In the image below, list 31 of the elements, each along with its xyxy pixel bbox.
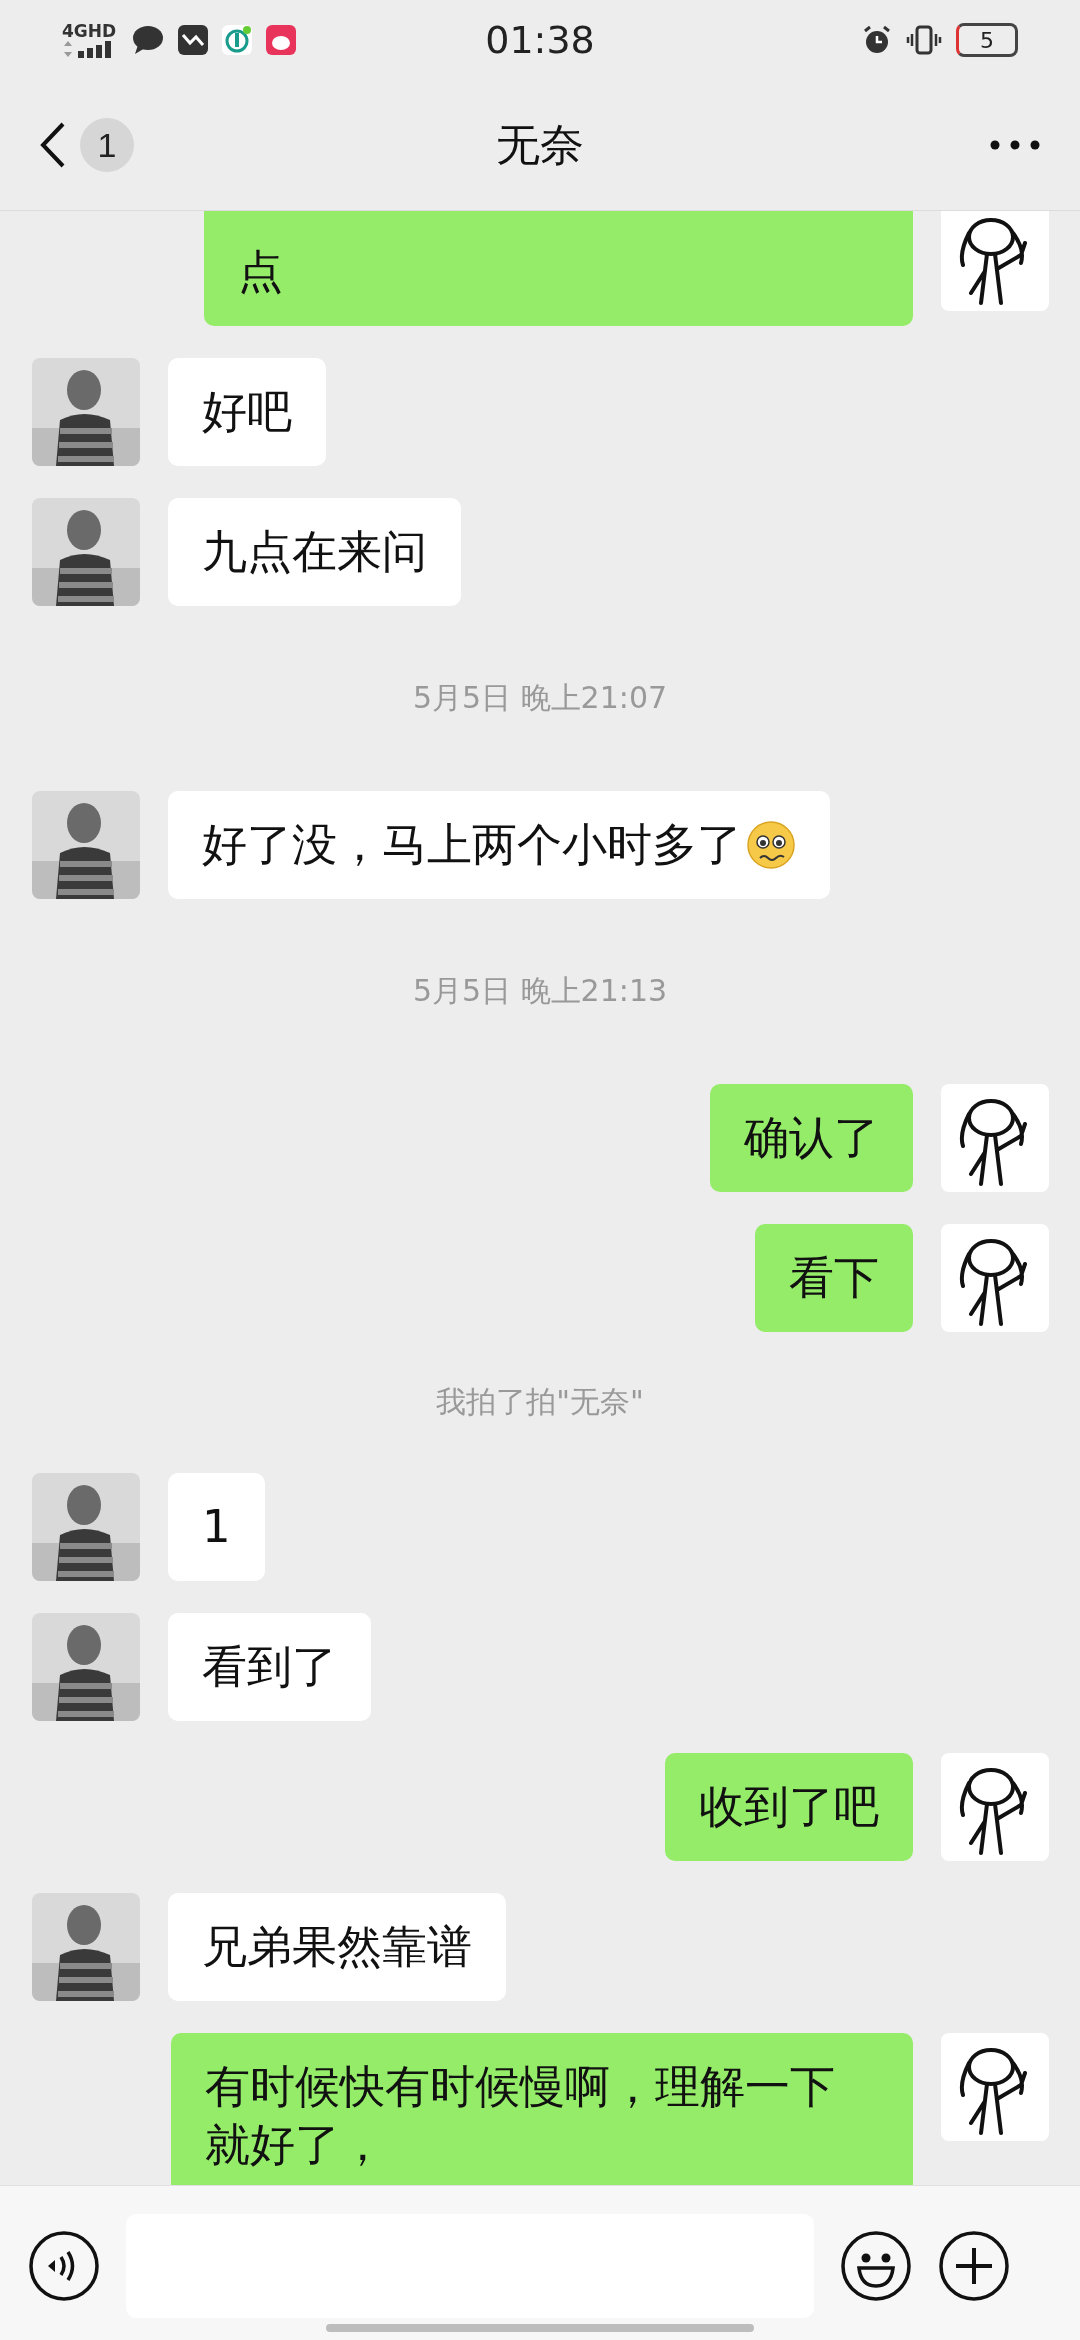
- voice-button[interactable]: [28, 2230, 100, 2302]
- network-label: 4GHD: [62, 22, 117, 40]
- message-bubble: 九点在来问: [168, 498, 461, 606]
- app-icon: [222, 25, 252, 55]
- message-bubble: 收到了吧: [665, 1753, 913, 1861]
- app-icon: [266, 25, 296, 55]
- message-bubble: 看下: [755, 1224, 913, 1332]
- chat-title: 无奈: [496, 117, 584, 172]
- add-button[interactable]: [938, 2230, 1010, 2302]
- message-bubble: 兄弟果然靠谱: [168, 1893, 506, 2001]
- vibrate-icon: [906, 25, 942, 55]
- battery-icon: 5: [956, 23, 1018, 57]
- message-bubble: 确认了: [710, 1084, 913, 1192]
- emoji-button[interactable]: [840, 2230, 912, 2302]
- clock: 01:38: [485, 18, 595, 62]
- message-bubble: 有时候快有时候慢啊，理解一下就好了，: [171, 2033, 913, 2185]
- timestamp: 5月5日 晚上21:07: [412, 679, 668, 717]
- message-text: 好了没，马上两个小时多了: [202, 817, 742, 873]
- unread-badge: 1: [80, 118, 134, 172]
- alarm-icon: [862, 25, 892, 55]
- system-notice: 我拍了拍"无奈": [436, 1383, 644, 1421]
- message-bubble: 好吧: [168, 358, 326, 466]
- chat-bubble-icon: [132, 25, 164, 55]
- message-bubble: 点: [204, 211, 913, 326]
- timestamp: 5月5日 晚上21:13: [412, 972, 668, 1010]
- message-bubble: 1: [168, 1473, 265, 1581]
- back-icon: [40, 122, 66, 168]
- back-button[interactable]: 1: [40, 118, 134, 172]
- app-icon: [178, 25, 208, 55]
- message-bubble: 看到了: [168, 1613, 371, 1721]
- more-icon: [990, 139, 1040, 150]
